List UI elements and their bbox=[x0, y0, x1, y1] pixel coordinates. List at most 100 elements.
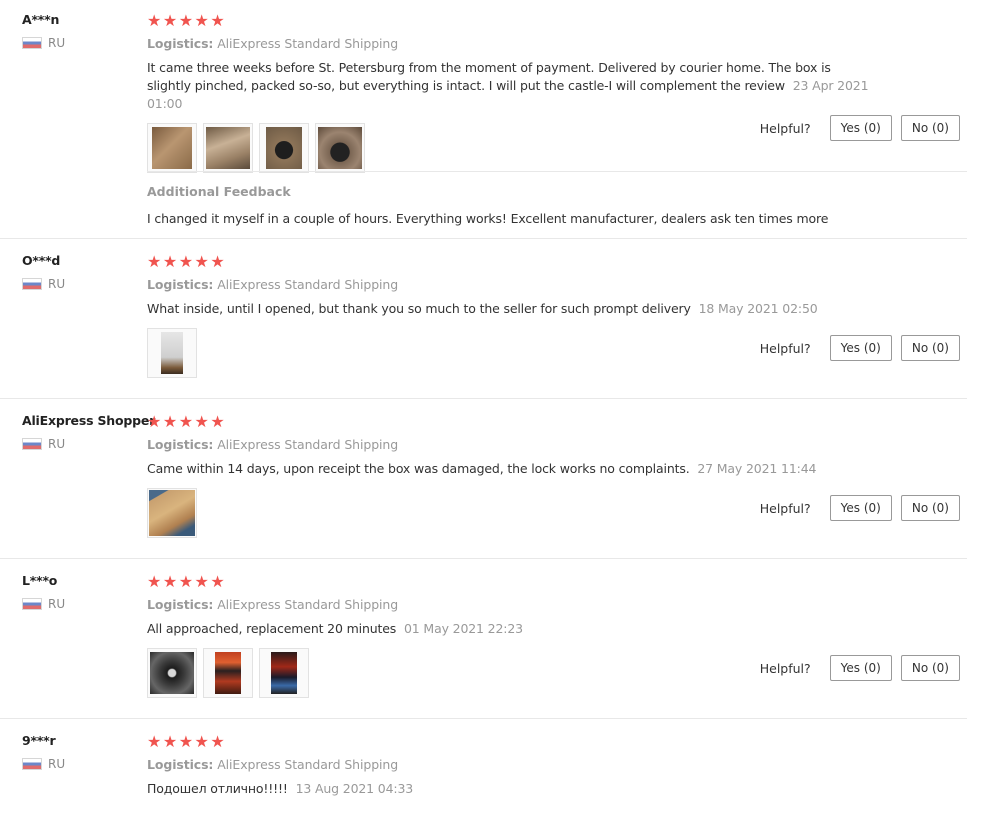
russia-flag-icon bbox=[22, 278, 42, 290]
logistics-label: Logistics: bbox=[147, 437, 214, 452]
country-code: RU bbox=[48, 36, 66, 50]
review-photo-thumbnail[interactable] bbox=[147, 648, 197, 698]
helpful-votes: Helpful? Yes (0) No (0) bbox=[760, 655, 960, 681]
logistics-value: AliExpress Standard Shipping bbox=[217, 437, 399, 452]
star-rating: ★ ★ ★ ★ ★ bbox=[147, 413, 967, 431]
review-text: It came three weeks before St. Petersbur… bbox=[147, 59, 877, 113]
helpful-label: Helpful? bbox=[759, 120, 811, 136]
reviewer-info: 9***r RU bbox=[22, 733, 147, 771]
review-content: ★ ★ ★ ★ ★ Logistics: AliExpress Standard Shi… bbox=[147, 733, 967, 798]
star-icon: ★ bbox=[194, 732, 209, 751]
reviewer-info: A***n RU bbox=[22, 12, 147, 50]
additional-feedback: Additional Feedback I changed it myself … bbox=[147, 171, 967, 226]
helpful-votes: Helpful? Yes (0) No (0) bbox=[760, 115, 960, 141]
additional-feedback-title: Additional Feedback bbox=[147, 184, 291, 199]
review-body: It came three weeks before St. Petersbur… bbox=[147, 60, 831, 93]
helpful-votes: Helpful? Yes (0) No (0) bbox=[760, 495, 960, 521]
review-photo-thumbnail[interactable] bbox=[203, 123, 253, 173]
star-icon: ★ bbox=[210, 732, 225, 751]
russia-flag-icon bbox=[22, 598, 42, 610]
review-content: ★ ★ ★ ★ ★ Logistics: AliExpress Standard Shi… bbox=[147, 12, 967, 173]
star-icon: ★ bbox=[178, 732, 194, 751]
review-photo-thumbnail[interactable] bbox=[147, 328, 197, 378]
review-photo-thumbnail[interactable] bbox=[259, 123, 309, 173]
review-text: Came within 14 days, upon receipt the bo… bbox=[147, 460, 877, 478]
review-item: A***n RU ★ ★ ★ ★ ★ Logistics: AliExpress Sta… bbox=[0, 0, 967, 239]
reviewer-name: L***o bbox=[22, 573, 58, 588]
review-photo-thumbnail[interactable] bbox=[147, 488, 197, 538]
reviewer-country: RU bbox=[22, 277, 147, 291]
logistics-label: Logistics: bbox=[147, 597, 214, 612]
reviewer-info: L***o RU bbox=[22, 573, 147, 611]
helpful-votes: Helpful? Yes (0) No (0) bbox=[760, 335, 960, 361]
star-icon: ★ bbox=[194, 252, 209, 271]
star-icon: ★ bbox=[210, 412, 225, 431]
review-date: 13 Aug 2021 04:33 bbox=[295, 781, 414, 796]
star-rating: ★ ★ ★ ★ ★ bbox=[147, 733, 967, 751]
helpful-yes-button[interactable]: Yes (0) bbox=[829, 655, 892, 681]
additional-feedback-text: I changed it myself in a couple of hours… bbox=[147, 211, 829, 226]
logistics-value: AliExpress Standard Shipping bbox=[217, 597, 399, 612]
review-body: Подошел отлично!!!!! bbox=[147, 781, 288, 796]
helpful-no-button[interactable]: No (0) bbox=[900, 655, 960, 681]
review-photo-thumbnail[interactable] bbox=[203, 648, 253, 698]
star-icon: ★ bbox=[194, 412, 209, 431]
star-icon: ★ bbox=[210, 11, 225, 30]
logistics-info: Logistics: AliExpress Standard Shipping bbox=[147, 36, 967, 51]
reviewer-country: RU bbox=[22, 36, 147, 50]
star-rating: ★ ★ ★ ★ ★ bbox=[147, 573, 967, 591]
review-body: What inside, until I opened, but thank y… bbox=[147, 301, 691, 316]
star-icon: ★ bbox=[178, 11, 194, 30]
helpful-yes-button[interactable]: Yes (0) bbox=[829, 335, 892, 361]
reviewer-name: O***d bbox=[22, 253, 61, 268]
review-photo-thumbnail[interactable] bbox=[259, 648, 309, 698]
logistics-label: Logistics: bbox=[147, 757, 214, 772]
review-text: All approached, replacement 20 minutes 0… bbox=[147, 620, 877, 638]
star-icon: ★ bbox=[162, 732, 178, 751]
review-text: What inside, until I opened, but thank y… bbox=[147, 300, 877, 318]
logistics-info: Logistics: AliExpress Standard Shipping bbox=[147, 277, 967, 292]
star-icon: ★ bbox=[194, 572, 209, 591]
star-icon: ★ bbox=[147, 252, 162, 271]
country-code: RU bbox=[48, 597, 66, 611]
review-photo-thumbnail[interactable] bbox=[315, 123, 365, 173]
star-icon: ★ bbox=[147, 412, 162, 431]
review-item: 9***r RU ★ ★ ★ ★ ★ Logistics: AliExpress Sta… bbox=[0, 719, 967, 816]
star-icon: ★ bbox=[178, 412, 194, 431]
star-icon: ★ bbox=[210, 572, 225, 591]
country-code: RU bbox=[48, 277, 66, 291]
helpful-no-button[interactable]: No (0) bbox=[900, 335, 960, 361]
review-body: Came within 14 days, upon receipt the bo… bbox=[147, 461, 690, 476]
star-icon: ★ bbox=[162, 412, 178, 431]
review-date: 01 May 2021 22:23 bbox=[404, 621, 523, 636]
logistics-label: Logistics: bbox=[147, 277, 214, 292]
review-photo-thumbnail[interactable] bbox=[147, 123, 197, 173]
russia-flag-icon bbox=[22, 37, 42, 49]
helpful-no-button[interactable]: No (0) bbox=[900, 495, 960, 521]
logistics-value: AliExpress Standard Shipping bbox=[217, 757, 399, 772]
reviewer-name: A***n bbox=[22, 12, 60, 27]
country-code: RU bbox=[48, 757, 66, 771]
logistics-info: Logistics: AliExpress Standard Shipping bbox=[147, 757, 967, 772]
logistics-value: AliExpress Standard Shipping bbox=[217, 277, 399, 292]
star-icon: ★ bbox=[194, 11, 209, 30]
logistics-info: Logistics: AliExpress Standard Shipping bbox=[147, 437, 967, 452]
reviewer-name: 9***r bbox=[22, 733, 56, 748]
star-icon: ★ bbox=[147, 572, 162, 591]
star-icon: ★ bbox=[147, 732, 162, 751]
review-text: Подошел отлично!!!!! 13 Aug 2021 04:33 bbox=[147, 780, 877, 798]
helpful-label: Helpful? bbox=[759, 660, 811, 676]
helpful-no-button[interactable]: No (0) bbox=[900, 115, 960, 141]
helpful-label: Helpful? bbox=[759, 340, 811, 356]
review-item: O***d RU ★ ★ ★ ★ ★ Logistics: AliExpress Sta… bbox=[0, 239, 967, 399]
reviewer-country: RU bbox=[22, 757, 147, 771]
star-rating: ★ ★ ★ ★ ★ bbox=[147, 253, 967, 271]
star-icon: ★ bbox=[162, 252, 178, 271]
helpful-yes-button[interactable]: Yes (0) bbox=[829, 495, 892, 521]
reviewer-country: RU bbox=[22, 437, 147, 451]
star-icon: ★ bbox=[147, 11, 162, 30]
helpful-yes-button[interactable]: Yes (0) bbox=[829, 115, 892, 141]
reviewer-name: AliExpress Shopper bbox=[22, 413, 156, 428]
russia-flag-icon bbox=[22, 438, 42, 450]
reviewer-country: RU bbox=[22, 597, 147, 611]
